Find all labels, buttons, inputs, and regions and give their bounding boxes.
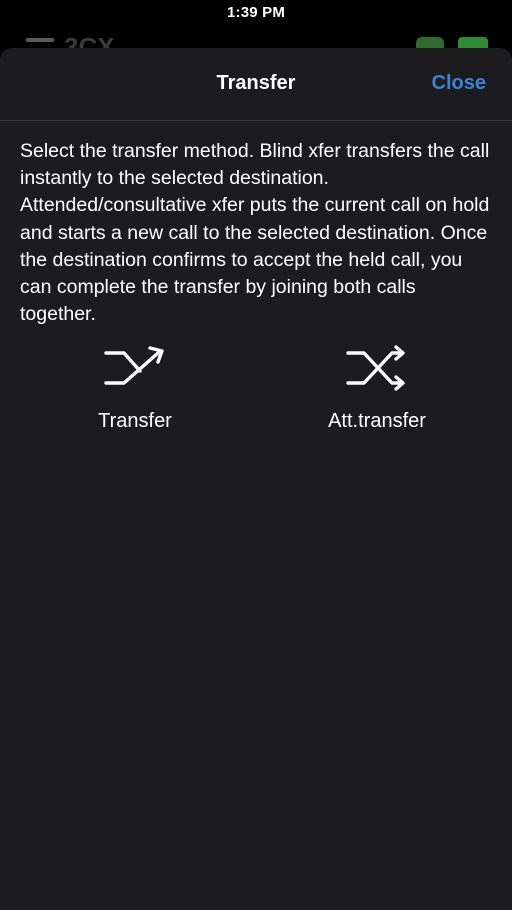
transfer-options: Transfer Att.transfer <box>0 340 512 450</box>
close-button[interactable]: Close <box>432 72 486 95</box>
transfer-description: Select the transfer method. Blind xfer t… <box>20 140 490 326</box>
menu-icon <box>26 38 54 42</box>
attended-transfer-button[interactable]: Att.transfer <box>277 340 477 450</box>
transfer-sheet: Transfer Close Select the transfer metho… <box>0 48 512 910</box>
status-time: 1:39 PM <box>226 4 286 21</box>
blind-transfer-icon <box>104 346 164 385</box>
blind-transfer-button[interactable]: Transfer <box>35 340 235 450</box>
attended-transfer-icon <box>346 345 405 391</box>
blind-transfer-label: Transfer <box>98 410 172 432</box>
attended-transfer-label: Att.transfer <box>328 410 426 432</box>
sheet-header: Transfer Close <box>0 48 512 121</box>
status-bar: 1:39 PM <box>0 0 512 28</box>
